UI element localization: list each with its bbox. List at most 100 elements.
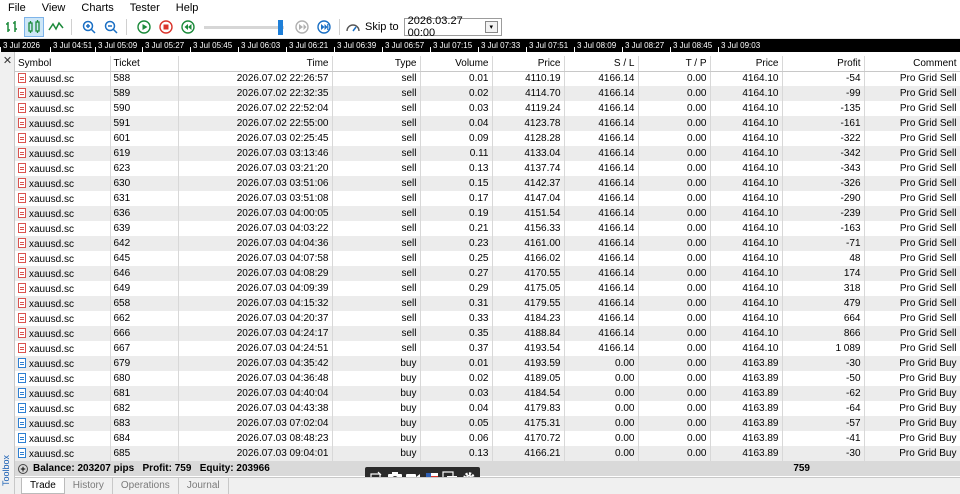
menu-view[interactable]: View xyxy=(34,0,74,16)
cell-symbol-text: xauusd.sc xyxy=(29,403,75,415)
cell-symbol: xauusd.sc xyxy=(15,161,111,176)
cell-volume: 0.03 xyxy=(420,101,493,116)
menu-help[interactable]: Help xyxy=(168,0,207,16)
speedometer-icon xyxy=(345,19,361,35)
col-time[interactable]: Time xyxy=(178,56,333,72)
table-row[interactable]: xauusd.sc 630 2026.07.03 03:51:06 sell 0.15 4… xyxy=(15,176,960,191)
cell-stop-loss: 4166.14 xyxy=(564,341,639,356)
table-row[interactable]: xauusd.sc 590 2026.07.02 22:52:04 sell 0.03 4… xyxy=(15,101,960,116)
cell-stop-loss: 0.00 xyxy=(564,431,639,446)
col-profit[interactable]: Profit xyxy=(782,56,865,72)
table-row[interactable]: xauusd.sc 662 2026.07.03 04:20:37 sell 0.33 4… xyxy=(15,311,960,326)
table-row[interactable]: xauusd.sc 667 2026.07.03 04:24:51 sell 0.37 4… xyxy=(15,341,960,356)
buy-order-icon xyxy=(18,402,26,413)
menu-charts[interactable]: Charts xyxy=(73,0,121,16)
table-row[interactable]: xauusd.sc 631 2026.07.03 03:51:08 sell 0.17 4… xyxy=(15,191,960,206)
menu-file[interactable]: File xyxy=(0,0,34,16)
col-comment[interactable]: Comment xyxy=(864,56,960,72)
tab-operations[interactable]: Operations xyxy=(113,478,179,494)
cell-symbol-text: xauusd.sc xyxy=(29,283,75,295)
buy-order-icon xyxy=(18,447,26,458)
cell-symbol-text: xauusd.sc xyxy=(29,103,75,115)
table-row[interactable]: xauusd.sc 680 2026.07.03 04:36:48 buy 0.02 41… xyxy=(15,371,960,386)
table-row[interactable]: xauusd.sc 619 2026.07.03 03:13:46 sell 0.11 4… xyxy=(15,146,960,161)
col-symbol[interactable]: Symbol xyxy=(15,56,111,72)
table-row[interactable]: xauusd.sc 636 2026.07.03 04:00:05 sell 0.19 4… xyxy=(15,206,960,221)
skip-to-end-button[interactable] xyxy=(314,17,334,37)
col-volume[interactable]: Volume xyxy=(420,56,493,72)
table-row[interactable]: xauusd.sc 649 2026.07.03 04:09:39 sell 0.29 4… xyxy=(15,281,960,296)
expand-plus-icon[interactable]: + xyxy=(18,463,28,474)
tab-history[interactable]: History xyxy=(65,478,113,494)
time-tick: 3 Jul 09:03 xyxy=(718,39,760,52)
table-row[interactable]: xauusd.sc 591 2026.07.02 22:55:00 sell 0.04 4… xyxy=(15,116,960,131)
skip-to-date-field[interactable]: 2026.03.27 00:00 ▾ xyxy=(403,15,502,39)
cell-symbol-text: xauusd.sc xyxy=(29,418,75,430)
table-row[interactable]: xauusd.sc 658 2026.07.03 04:15:32 sell 0.31 4… xyxy=(15,296,960,311)
col-ticket[interactable]: Ticket xyxy=(110,56,179,72)
zoom-out-button[interactable] xyxy=(101,17,121,37)
cell-symbol: xauusd.sc xyxy=(15,176,111,191)
cell-symbol: xauusd.sc xyxy=(15,371,111,386)
speed-slider[interactable] xyxy=(204,17,284,37)
table-row[interactable]: xauusd.sc 679 2026.07.03 04:35:42 buy 0.01 41… xyxy=(15,356,960,371)
table-row[interactable]: xauusd.sc 666 2026.07.03 04:24:17 sell 0.35 4… xyxy=(15,326,960,341)
step-forward-button[interactable] xyxy=(292,17,312,37)
sell-order-icon xyxy=(18,102,26,113)
table-row[interactable]: xauusd.sc 589 2026.07.02 22:32:35 sell 0.02 4… xyxy=(15,86,960,101)
table-row[interactable]: xauusd.sc 623 2026.07.03 03:21:20 sell 0.13 4… xyxy=(15,161,960,176)
play-button[interactable] xyxy=(134,17,154,37)
menu-tester[interactable]: Tester xyxy=(122,0,168,16)
col-take-profit[interactable]: T / P xyxy=(638,56,711,72)
col-type[interactable]: Type xyxy=(332,56,421,72)
calendar-dropdown-icon[interactable]: ▾ xyxy=(484,21,498,33)
table-row[interactable]: xauusd.sc 682 2026.07.03 04:43:38 buy 0.04 41… xyxy=(15,401,960,416)
cell-volume: 0.13 xyxy=(420,161,493,176)
cell-current-price: 4164.10 xyxy=(710,251,783,266)
table-row[interactable]: xauusd.sc 685 2026.07.03 09:04:01 buy 0.13 41… xyxy=(15,446,960,461)
cell-take-profit: 0.00 xyxy=(638,101,711,116)
table-row[interactable]: xauusd.sc 588 2026.07.02 22:26:57 sell 0.01 4… xyxy=(15,71,960,86)
tab-journal[interactable]: Journal xyxy=(179,478,229,494)
cell-comment: Pro Grid Sell xyxy=(864,341,960,356)
balance-summary-row[interactable]: + Balance: 203207 pips Profit: 759 Equit… xyxy=(15,461,960,476)
cell-comment-text: Pro Grid Sell xyxy=(899,313,957,324)
close-icon[interactable]: ✕ xyxy=(2,56,13,67)
cell-profit: 318 xyxy=(782,281,865,296)
line-chart-button[interactable] xyxy=(46,17,66,37)
cell-comment-text: Pro Grid Sell xyxy=(899,148,957,159)
col-stop-loss[interactable]: S / L xyxy=(564,56,639,72)
cell-current-price-text: 4163.89 xyxy=(742,388,779,399)
time-tick: 3 Jul 07:51 xyxy=(526,39,568,52)
table-row[interactable]: xauusd.sc 645 2026.07.03 04:07:58 sell 0.25 4… xyxy=(15,251,960,266)
cell-open-price: 4193.59 xyxy=(492,356,565,371)
table-row[interactable]: xauusd.sc 681 2026.07.03 04:40:04 buy 0.03 41… xyxy=(15,386,960,401)
cell-symbol-text: xauusd.sc xyxy=(29,268,75,280)
toolbox-label[interactable]: Toolbox xyxy=(1,450,14,490)
rewind-button[interactable] xyxy=(178,17,198,37)
table-row[interactable]: xauusd.sc 639 2026.07.03 04:03:22 sell 0.21 4… xyxy=(15,221,960,236)
cell-profit: -30 xyxy=(782,356,865,371)
cell-ticket-text: 685 xyxy=(113,448,131,459)
stop-button[interactable] xyxy=(156,17,176,37)
cell-time: 2026.07.03 09:04:01 xyxy=(178,446,333,461)
zoom-in-button[interactable] xyxy=(79,17,99,37)
table-row[interactable]: xauusd.sc 642 2026.07.03 04:04:36 sell 0.23 4… xyxy=(15,236,960,251)
tab-trade[interactable]: Trade xyxy=(21,478,65,494)
cell-open-price-text: 4156.33 xyxy=(524,223,561,234)
slider-thumb[interactable] xyxy=(278,20,283,35)
toolbar: Skip to 2026.03.27 00:00 ▾ xyxy=(0,15,960,39)
table-row[interactable]: xauusd.sc 683 2026.07.03 07:02:04 buy 0.05 41… xyxy=(15,416,960,431)
cell-time: 2026.07.03 04:15:32 xyxy=(178,296,333,311)
table-row[interactable]: xauusd.sc 684 2026.07.03 08:48:23 buy 0.06 41… xyxy=(15,431,960,446)
cell-comment: Pro Grid Sell xyxy=(864,206,960,221)
table-row[interactable]: xauusd.sc 646 2026.07.03 04:08:29 sell 0.27 4… xyxy=(15,266,960,281)
candlestick-chart-button[interactable] xyxy=(24,17,44,37)
cell-type-text: sell xyxy=(401,283,417,294)
cell-profit-text: -30 xyxy=(846,448,861,459)
cell-profit: -62 xyxy=(782,386,865,401)
col-open-price[interactable]: Price xyxy=(492,56,565,72)
table-row[interactable]: xauusd.sc 601 2026.07.03 02:25:45 sell 0.09 4… xyxy=(15,131,960,146)
col-current-price[interactable]: Price xyxy=(710,56,783,72)
bar-chart-button[interactable] xyxy=(2,17,22,37)
